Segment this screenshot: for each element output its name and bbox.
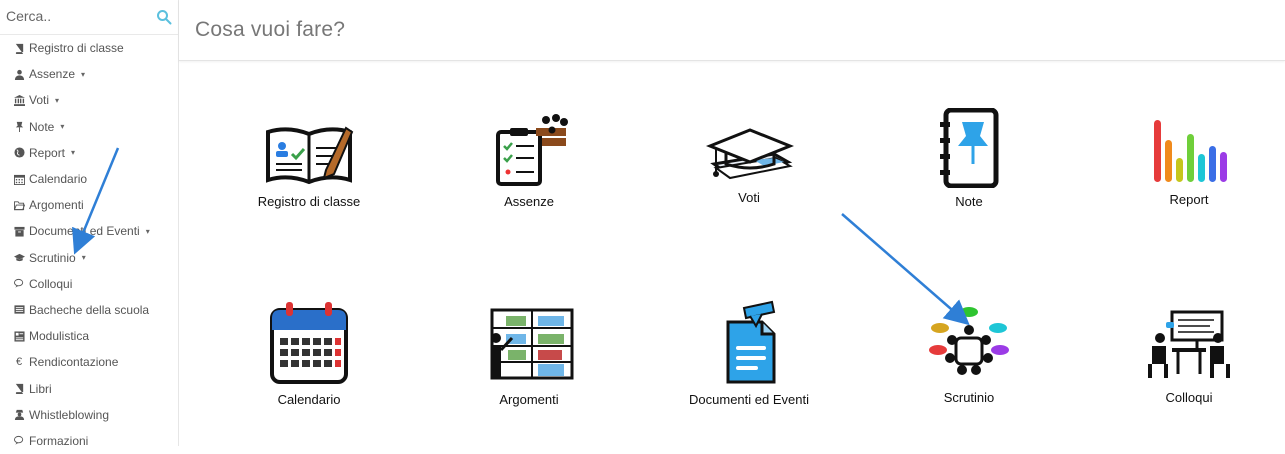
sidebar-menu: Registro di classe Assenze ▾ Voti ▾ Note… — [0, 35, 178, 454]
user-secret-icon — [13, 409, 25, 421]
sidebar-item-registro-di-classe[interactable]: Registro di classe — [0, 35, 178, 61]
archive-icon — [13, 225, 25, 237]
tile-registro-di-classe[interactable]: Registro di classe — [219, 118, 399, 209]
search-input[interactable] — [6, 8, 156, 24]
class-register-icon — [266, 126, 354, 185]
tile-label: Calendario — [277, 392, 341, 407]
sidebar-item-voti[interactable]: Voti ▾ — [0, 87, 178, 113]
grades-icon — [705, 128, 794, 180]
sidebar-item-label: Modulistica — [29, 329, 90, 344]
sidebar: Registro di classe Assenze ▾ Voti ▾ Note… — [0, 0, 179, 448]
sidebar-item-label: Assenze — [29, 67, 76, 82]
pushpin-icon — [13, 121, 25, 133]
sidebar-item-label: Whistleblowing — [29, 407, 110, 422]
search-box — [0, 0, 178, 35]
tile-label: Documenti ed Eventi — [689, 392, 809, 407]
sidebar-item-label: Rendicontazione — [29, 355, 119, 370]
notes-icon — [940, 108, 999, 188]
sidebar-item-label: Voti — [29, 93, 50, 108]
search-icon[interactable] — [156, 9, 172, 25]
main-content: Cosa vuoi fare? Registro di classe Assen… — [179, 0, 1285, 446]
sidebar-item-label: Documenti ed Eventi — [29, 224, 140, 239]
tile-scrutinio[interactable]: Scrutinio — [879, 306, 1059, 405]
sidebar-item-label: Registro di classe — [29, 41, 124, 56]
calendar-icon — [13, 173, 25, 185]
chevron-down-icon: ▾ — [60, 122, 65, 132]
tile-argomenti[interactable]: Argomenti — [439, 304, 619, 407]
tile-label: Assenze — [504, 194, 554, 209]
book-icon — [13, 42, 25, 54]
sidebar-item-rendicontazione[interactable]: € Rendicontazione — [0, 349, 178, 375]
attendance-icon — [496, 114, 568, 186]
sidebar-item-report[interactable]: Report ▾ — [0, 140, 178, 166]
tile-assenze[interactable]: Assenze — [439, 112, 619, 209]
sidebar-item-note[interactable]: Note ▾ — [0, 114, 178, 140]
chevron-down-icon: ▾ — [81, 253, 86, 263]
book-icon — [13, 383, 25, 395]
comments-icon — [13, 435, 25, 447]
chevron-down-icon: ▾ — [71, 148, 76, 158]
forms-icon — [13, 330, 25, 342]
sidebar-item-libri[interactable]: Libri — [0, 375, 178, 401]
sidebar-item-label: Calendario — [29, 172, 88, 187]
tile-colloqui[interactable]: Colloqui — [1099, 310, 1279, 405]
tile-report[interactable]: Report — [1099, 114, 1279, 207]
tile-label: Argomenti — [499, 392, 559, 407]
board-icon — [13, 304, 25, 316]
bank-icon — [13, 94, 25, 106]
tile-documenti-ed-eventi[interactable]: Documenti ed Eventi — [659, 300, 839, 407]
sidebar-item-assenze[interactable]: Assenze ▾ — [0, 61, 178, 87]
report-icon — [1154, 120, 1227, 182]
sidebar-item-label: Colloqui — [29, 276, 73, 291]
sidebar-item-bacheche-della-scuola[interactable]: Bacheche della scuola — [0, 297, 178, 323]
page-header: Cosa vuoi fare? — [179, 0, 1285, 61]
sidebar-item-label: Argomenti — [29, 198, 84, 213]
chevron-down-icon: ▾ — [55, 95, 60, 105]
sidebar-item-label: Note — [29, 119, 55, 134]
sidebar-item-colloqui[interactable]: Colloqui — [0, 271, 178, 297]
sidebar-item-argomenti[interactable]: Argomenti — [0, 192, 178, 218]
tile-label: Note — [955, 194, 983, 209]
tile-label: Registro di classe — [257, 194, 361, 209]
user-icon — [13, 68, 25, 80]
sidebar-item-scrutinio[interactable]: Scrutinio ▾ — [0, 245, 178, 271]
sidebar-item-label: Report — [29, 145, 66, 160]
tile-label: Colloqui — [1165, 390, 1213, 405]
documents-icon — [726, 300, 776, 384]
topics-icon — [490, 308, 574, 380]
tile-label: Voti — [738, 190, 760, 205]
sidebar-item-modulistica[interactable]: Modulistica — [0, 323, 178, 349]
sidebar-item-calendario[interactable]: Calendario — [0, 166, 178, 192]
sidebar-item-documenti-ed-eventi[interactable]: Documenti ed Eventi ▾ — [0, 218, 178, 244]
chevron-down-icon: ▾ — [145, 226, 150, 236]
tile-voti[interactable]: Voti — [659, 124, 839, 205]
calendar-icon — [270, 302, 348, 384]
comments-icon — [13, 278, 25, 290]
sidebar-item-whistleblowing[interactable]: Whistleblowing — [0, 402, 178, 428]
sidebar-item-formazioni[interactable]: Formazioni — [0, 428, 178, 454]
tile-label: Scrutinio — [943, 390, 995, 405]
sidebar-item-label: Libri — [29, 381, 52, 396]
sidebar-item-label: Bacheche della scuola — [29, 302, 150, 317]
tile-label: Report — [1169, 192, 1209, 207]
tile-calendario[interactable]: Calendario — [219, 300, 399, 407]
interview-icon — [1148, 310, 1230, 378]
meeting-icon — [929, 307, 1009, 375]
page-title: Cosa vuoi fare? — [195, 18, 346, 41]
graduation-cap-icon — [13, 252, 25, 264]
euro-icon: € — [15, 356, 23, 369]
chevron-down-icon: ▾ — [81, 69, 86, 79]
sidebar-item-label: Scrutinio — [29, 250, 76, 265]
folder-open-icon — [13, 199, 25, 211]
tile-note[interactable]: Note — [879, 108, 1059, 209]
globe-icon — [13, 147, 25, 159]
